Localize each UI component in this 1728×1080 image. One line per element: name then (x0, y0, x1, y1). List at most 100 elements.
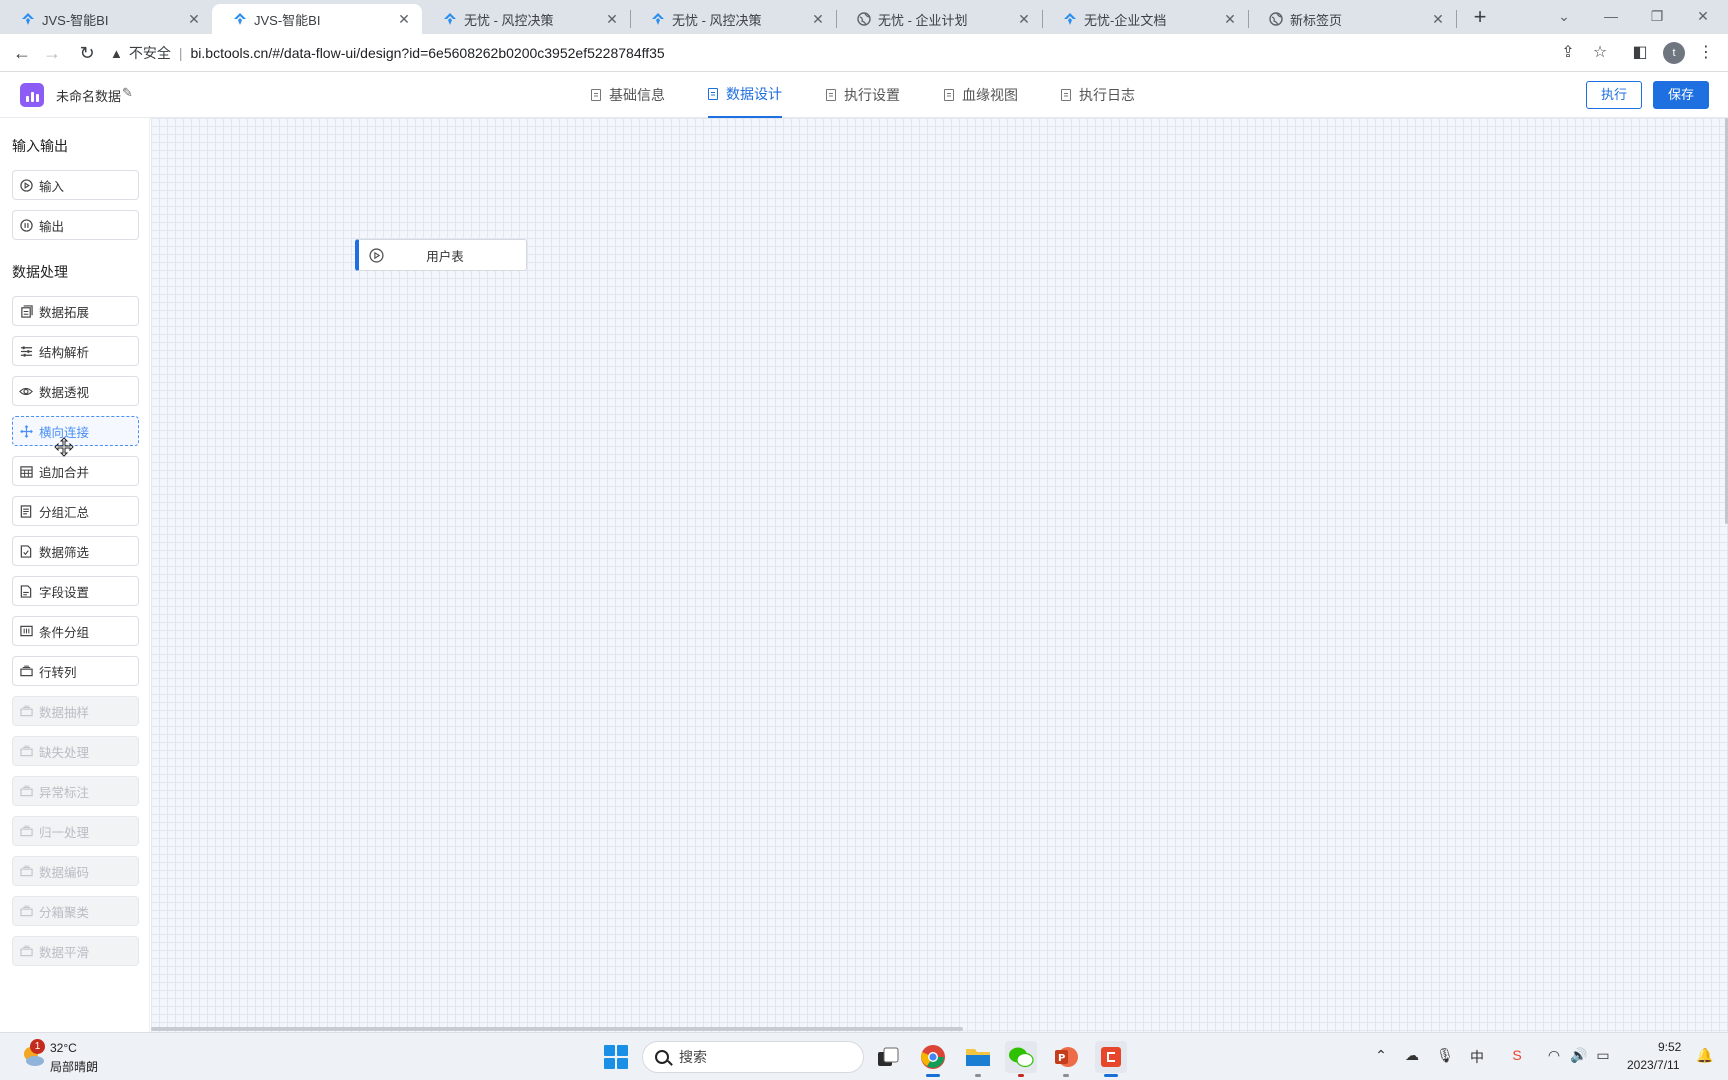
tab-data-design[interactable]: 数据设计 (708, 72, 782, 118)
tool-label: 追加合并 (39, 465, 90, 480)
windows-start-icon[interactable] (604, 1045, 628, 1069)
tool-data-smoothing: 数据平滑 (12, 936, 139, 966)
close-icon[interactable]: ✕ (396, 11, 412, 27)
close-icon[interactable]: ✕ (186, 11, 202, 27)
tool-label: 输入 (39, 179, 65, 194)
url-bar[interactable]: ▲ 不安全 | bi.bctools.cn/#/data-flow-ui/des… (110, 39, 1580, 67)
tab-title: JVS-智能BI (42, 12, 109, 28)
expand-icon (19, 304, 33, 318)
chevron-up-icon[interactable]: ⌃ (1370, 1047, 1392, 1064)
share-icon[interactable]: ⇪ (1557, 42, 1579, 64)
tab-label: 数据设计 (726, 86, 782, 102)
tool-row-to-column[interactable]: 行转列 (12, 656, 139, 686)
taskbar-search[interactable]: 搜索 (642, 1041, 864, 1073)
tab-basic-info[interactable]: 基础信息 (591, 72, 665, 118)
tool-data-expand[interactable]: 数据拓展 (12, 296, 139, 326)
bar-chart-logo-icon (20, 83, 44, 107)
tool-horizontal-join[interactable]: 横向连接 (12, 416, 139, 446)
close-icon[interactable]: ✕ (1016, 11, 1032, 27)
insecure-label[interactable]: 不安全 (129, 43, 171, 63)
ime-indicator[interactable]: 中 (1466, 1047, 1488, 1067)
menu-dots-icon[interactable]: ⋮ (1695, 42, 1717, 64)
tool-label: 分组汇总 (39, 505, 90, 520)
tool-label: 条件分组 (39, 625, 90, 640)
notification-bell-icon[interactable]: 🔔 (1694, 1047, 1716, 1064)
browser-tab-7[interactable]: 新标签页 ✕ (1248, 4, 1456, 34)
sogou-icon[interactable]: S (1506, 1047, 1528, 1063)
browser-tab-3[interactable]: 无忧 - 风控决策 ✕ (422, 4, 630, 34)
tool-data-pivot[interactable]: 数据透视 (12, 376, 139, 406)
volume-icon[interactable]: 🔊 (1568, 1047, 1590, 1064)
list-icon (19, 504, 33, 518)
save-button[interactable]: 保存 (1653, 81, 1709, 109)
minimize-icon[interactable]: — (1588, 2, 1634, 30)
url-text[interactable]: bi.bctools.cn/#/data-flow-ui/design?id=6… (191, 45, 665, 61)
wifi-icon[interactable]: ◠ (1543, 1047, 1565, 1064)
close-icon[interactable]: ✕ (604, 11, 620, 27)
tool-conditional-group[interactable]: 条件分组 (12, 616, 139, 646)
tab-title: 无忧 - 风控决策 (672, 12, 762, 28)
powerpoint-icon[interactable]: P (1050, 1041, 1082, 1077)
execute-button[interactable]: 执行 (1586, 81, 1643, 109)
tool-label: 数据透视 (39, 385, 90, 400)
tab-execution-log[interactable]: 执行日志 (1061, 72, 1135, 118)
warning-icon[interactable]: ▲ (110, 46, 123, 61)
tool-field-settings[interactable]: 字段设置 (12, 576, 139, 606)
tool-append-merge[interactable]: 追加合并 (12, 456, 139, 486)
tab-separator (1456, 10, 1457, 28)
url-separator: | (178, 45, 183, 61)
search-placeholder: 搜索 (679, 1049, 707, 1065)
close-icon[interactable]: ✕ (1430, 11, 1446, 27)
back-icon[interactable]: ← (10, 41, 34, 65)
microphone-icon[interactable]: 🎙 (1434, 1047, 1456, 1064)
profile-avatar[interactable]: t (1663, 42, 1685, 64)
horizontal-scrollbar[interactable] (151, 1027, 963, 1031)
tab-execution-settings[interactable]: 执行设置 (826, 72, 900, 118)
tool-binning-clustering: 分箱聚类 (12, 896, 139, 926)
edit-name-icon[interactable]: ✎ (122, 85, 133, 101)
tool-group-summary[interactable]: 分组汇总 (12, 496, 139, 526)
tool-data-filter[interactable]: 数据筛选 (12, 536, 139, 566)
tab-search-icon[interactable]: ⌄ (1541, 2, 1587, 30)
close-icon[interactable]: ✕ (1222, 11, 1238, 27)
design-canvas[interactable]: 用户表 (151, 118, 1728, 1032)
battery-icon[interactable]: ▭ (1592, 1047, 1614, 1064)
wechat-icon[interactable] (1005, 1041, 1037, 1077)
tab-lineage-view[interactable]: 血缘视图 (944, 72, 1018, 118)
restore-icon[interactable]: ❐ (1634, 2, 1680, 30)
chrome-icon[interactable] (917, 1041, 949, 1077)
browser-tab-5[interactable]: 无忧 - 企业计划 ✕ (836, 4, 1042, 34)
document-icon (826, 89, 836, 101)
sliders-icon (19, 344, 33, 358)
side-panel-icon[interactable]: ◧ (1629, 42, 1651, 64)
close-icon[interactable]: ✕ (810, 11, 826, 27)
screen-recorder-icon[interactable] (1095, 1041, 1127, 1077)
tool-label: 数据筛选 (39, 545, 90, 560)
tool-label: 数据抽样 (39, 705, 90, 720)
star-icon[interactable]: ☆ (1589, 42, 1611, 64)
onedrive-icon[interactable]: ☁ (1401, 1047, 1423, 1064)
calendar-icon (19, 464, 33, 478)
stack-icon (19, 864, 33, 878)
forward-icon[interactable]: → (40, 41, 64, 65)
tool-output[interactable]: 输出 (12, 210, 139, 240)
browser-tab-4[interactable]: 无忧 - 风控决策 ✕ (630, 4, 836, 34)
task-view-icon[interactable] (872, 1041, 904, 1073)
canvas-node-user-table[interactable]: 用户表 (355, 239, 527, 271)
tool-input[interactable]: 输入 (12, 170, 139, 200)
tab-label: 执行日志 (1079, 87, 1135, 103)
new-tab-button[interactable]: + (1468, 6, 1492, 30)
browser-tab-2[interactable]: JVS-智能BI ✕ (212, 4, 422, 34)
clock-date[interactable]: 2023/7/11 (1627, 1058, 1680, 1072)
file-explorer-icon[interactable] (962, 1041, 994, 1077)
tool-label: 字段设置 (39, 585, 90, 600)
browser-tab-6[interactable]: 无忧-企业文档 ✕ (1042, 4, 1248, 34)
clock-time[interactable]: 9:52 (1658, 1040, 1681, 1054)
tool-label: 结构解析 (39, 345, 90, 360)
browser-tab-1[interactable]: JVS-智能BI ✕ (0, 4, 212, 34)
window-close-icon[interactable]: ✕ (1680, 2, 1726, 30)
tool-structure-parse[interactable]: 结构解析 (12, 336, 139, 366)
stack-icon (19, 664, 33, 678)
reload-icon[interactable]: ↻ (75, 41, 99, 65)
taskbar: 1 32°C 局部晴朗 搜索 P ⌃ ☁ 🎙 中 S ◠ 🔊 ▭ 9:52 20… (0, 1032, 1728, 1080)
